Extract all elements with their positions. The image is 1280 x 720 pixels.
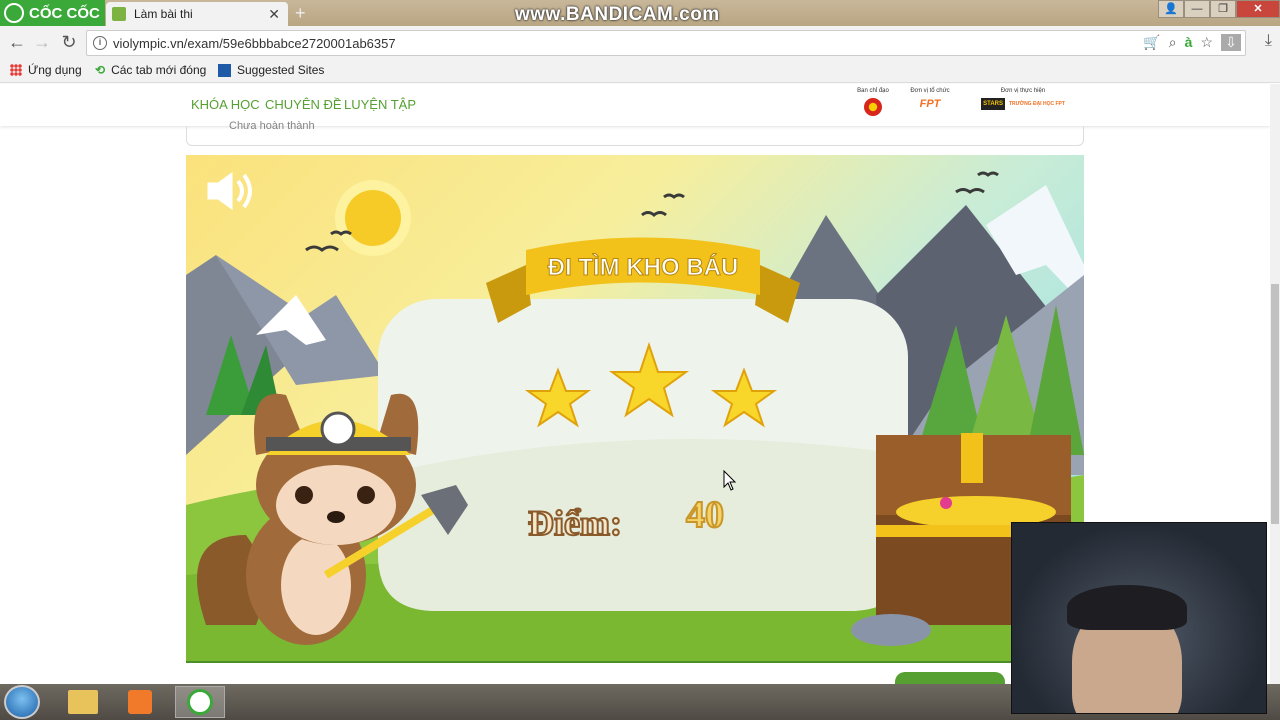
downloads-icon[interactable]: ⤓ [1265,32,1272,50]
tab-favicon-icon [112,7,126,21]
back-arrow-icon[interactable]: ← [6,32,28,53]
bookmark-star-icon[interactable]: ☆ [1200,34,1213,51]
webcam-hair [1067,585,1187,630]
menu-chuyen-de[interactable]: CHUYÊN ĐỀ [265,97,342,112]
user-icon[interactable]: 👤 [1158,0,1184,18]
scrollbar-thumb[interactable] [1271,284,1279,524]
sponsor-organizer-label: Đơn vị tổ chức [910,88,950,94]
exam-status-text: Chưa hoàn thành [229,120,315,132]
brand-label: CỐC CỐC [29,4,100,22]
bookmark-suggested-label: Suggested Sites [237,63,325,77]
exam-status-row: Chưa hoàn thành [186,121,1084,146]
zoom-icon[interactable]: ⌕ [1169,34,1177,51]
recent-tabs-icon: ⟲ [95,63,106,77]
file-explorer-taskbar-icon[interactable] [58,686,108,718]
browser-nav-bar: ← → ↻ i violympic.vn/exam/59e6bbbabce272… [0,26,1280,59]
url-text: violympic.vn/exam/59e6bbbabce2720001ab63… [113,35,396,51]
webcam-overlay [1011,522,1267,714]
translate-icon[interactable]: à [1185,34,1193,51]
browser-tab-bar: CỐC CỐC Làm bài thi ✕ + www.BANDICAM.com… [0,0,1280,26]
new-tab-button[interactable]: + [295,3,306,24]
reload-icon[interactable]: ↻ [58,32,80,53]
site-header: KHÓA HỌC CHUYÊN ĐỀ LUYỆN TẬP Ban chỉ đạo… [0,84,1270,126]
coccoc-logo-icon [4,3,24,23]
bookmark-apps-label: Ứng dụng [28,63,82,77]
download-page-icon[interactable]: ⇩ [1221,34,1241,51]
bookmark-recent-tabs[interactable]: ⟲ Các tab mới đóng [95,63,206,77]
forward-arrow-icon[interactable]: → [31,32,53,53]
minimize-button[interactable]: — [1184,0,1210,18]
score-label: Điểm: [528,503,622,543]
address-bar[interactable]: i violympic.vn/exam/59e6bbbabce2720001ab… [86,30,1246,56]
sound-icon[interactable] [207,172,252,210]
treasure-game-screen: ĐI TÌM KHO BÁU Điểm: 40 [186,155,1084,663]
stars-logo: STARS [981,98,1005,110]
tab-title: Làm bài thi [134,7,193,21]
site-info-icon[interactable]: i [93,36,107,50]
tab-close-icon[interactable]: ✕ [268,6,280,23]
coccoc-menu-button[interactable]: CỐC CỐC [0,0,105,26]
address-bar-actions: 🛒 ⌕ à ☆ ⇩ [1143,34,1241,51]
start-button[interactable] [4,685,40,719]
bookmarks-bar: Ứng dụng ⟲ Các tab mới đóng Suggested Si… [0,59,1280,83]
vietnam-emblem-icon [864,98,882,116]
shopping-cart-icon[interactable]: 🛒 [1143,34,1160,51]
score-value: 40 [686,494,724,536]
sponsor-executor: Đơn vị thực hiện STARS TRƯỜNG ĐẠI HỌC FP… [968,88,1078,110]
window-controls: 👤 — ❐ ✕ [1158,0,1280,18]
menu-khoa-hoc[interactable]: KHÓA HỌC [191,97,260,112]
bing-icon [218,63,231,77]
fpt-logo: FPT [919,98,941,110]
sun-icon [345,190,401,246]
sponsor-executor-label: Đơn vị thực hiện [1000,88,1046,94]
bookmark-apps[interactable]: Ứng dụng [10,63,82,77]
coccoc-taskbar-icon[interactable] [175,686,225,718]
media-player-taskbar-icon[interactable] [115,686,165,718]
apps-grid-icon [10,64,22,76]
recording-watermark: www.BANDICAM.com [515,4,720,25]
sponsor-organizer: Đơn vị tổ chức FPT [906,88,954,110]
bookmark-suggested-sites[interactable]: Suggested Sites [218,63,324,77]
page-scrollbar[interactable] [1270,84,1280,684]
close-window-button[interactable]: ✕ [1236,0,1280,18]
maximize-button[interactable]: ❐ [1210,0,1236,18]
bookmark-recent-tabs-label: Các tab mới đóng [111,63,207,77]
sponsor-steering: Ban chỉ đạo [853,88,893,116]
banner-title: ĐI TÌM KHO BÁU [548,253,739,281]
browser-tab-active[interactable]: Làm bài thi ✕ [106,2,288,26]
fpt-university-logo: TRƯỜNG ĐẠI HỌC FPT [1008,101,1065,107]
sponsor-steering-label: Ban chỉ đạo [857,88,889,94]
menu-luyen-tap[interactable]: LUYỆN TẬP [344,97,416,112]
executor-logos: STARS TRƯỜNG ĐẠI HỌC FPT [968,98,1078,110]
